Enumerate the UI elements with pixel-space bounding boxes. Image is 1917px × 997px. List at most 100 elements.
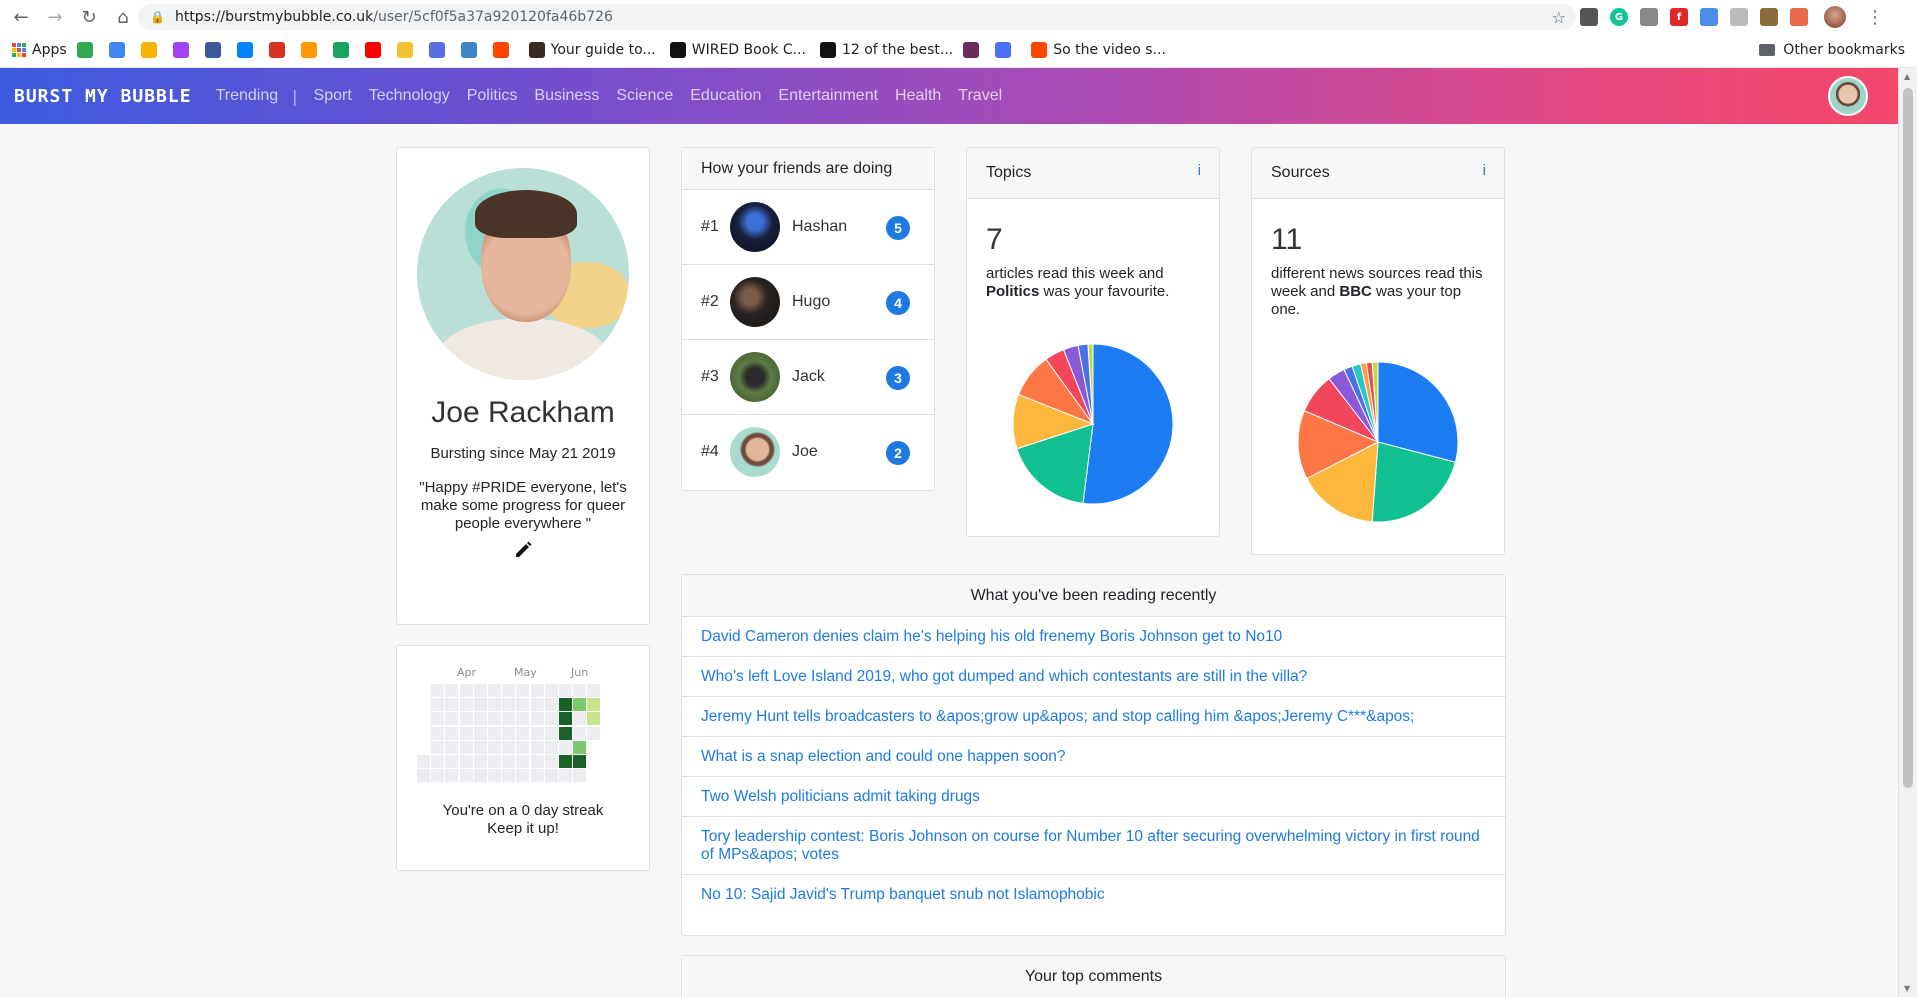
bookmark-favicon[interactable] [460,42,483,58]
user-avatar[interactable] [1828,76,1868,116]
bookmark-favicon[interactable] [428,42,451,58]
topics-info-icon[interactable]: i [1198,162,1201,179]
bookmark-favicon[interactable] [963,42,985,58]
article-link[interactable]: What is a snap election and could one ha… [682,737,1505,777]
article-link[interactable]: Jeremy Hunt tells broadcasters to &apos;… [682,697,1505,737]
shield-icon[interactable] [1700,8,1718,26]
back-icon[interactable]: ← [8,4,34,30]
home-icon[interactable]: ⌂ [110,4,136,30]
nav-link-technology[interactable]: Technology [369,87,450,105]
article-link[interactable]: Tory leadership contest: Boris Johnson o… [682,817,1505,875]
bookmark-favicon[interactable] [364,42,387,58]
bookmark-item[interactable]: Your guide to... [528,42,656,58]
extension-icon[interactable] [1760,8,1778,26]
nav-link-sport[interactable]: Sport [314,87,352,105]
bookmark-favicon[interactable] [300,42,323,58]
address-bar[interactable]: 🔒 https://burstmybubble.co.uk/user/5cf0f… [138,4,1576,30]
nav-link-health[interactable]: Health [895,87,941,105]
bookmark-star-icon[interactable]: ☆ [1552,8,1566,27]
friend-score-badge: 2 [886,441,910,465]
chrome-profile-avatar[interactable] [1824,6,1846,28]
scroll-down-arrow-icon[interactable]: ▼ [1904,984,1910,993]
bookmark-favicon[interactable] [995,42,1017,58]
nav-link-trending[interactable]: Trending [216,87,279,105]
friend-row[interactable]: #1 Hashan 5 [682,190,934,265]
nav-link-business[interactable]: Business [534,87,599,105]
other-bookmarks[interactable]: Other bookmarks [1759,36,1905,64]
grammarly-icon[interactable]: G [1610,8,1628,26]
chrome-menu-icon[interactable]: ⋮ [1866,7,1884,28]
heatmap-day-cell [488,755,501,768]
bookmark-item[interactable]: Apps [12,42,67,58]
favicon-icon [460,42,477,58]
article-link[interactable]: Two Welsh politicians admit taking drugs [682,777,1505,817]
extension-icon[interactable] [1730,8,1748,26]
article-link[interactable]: Who’s left Love Island 2019, who got dum… [682,657,1505,697]
bookmark-favicon[interactable] [108,42,131,58]
nav-link-travel[interactable]: Travel [958,87,1002,105]
heatmap-day-cell [502,740,516,754]
nav-link-science[interactable]: Science [616,87,673,105]
heatmap-day-cell [544,726,558,740]
friend-row[interactable]: #3 Jack 3 [682,340,934,415]
bookmark-favicon[interactable] [268,42,291,58]
bookmark-favicon[interactable] [172,42,195,58]
article-link[interactable]: David Cameron denies claim he’s helping … [682,617,1505,657]
bookmark-favicon[interactable] [140,42,163,58]
profile-card: Joe Rackham Bursting since May 21 2019 "… [396,147,650,625]
sources-info-icon[interactable]: i [1483,162,1486,179]
pie-slice[interactable] [1082,343,1174,505]
extension-icon[interactable] [1580,8,1598,26]
reload-icon[interactable]: ↻ [76,4,102,30]
friend-row[interactable]: #4 Joe 2 [682,415,934,490]
scroll-up-arrow-icon[interactable]: ▲ [1904,72,1910,81]
heatmap-day-cell [559,712,572,726]
bookmark-item[interactable]: 12 of the best... [819,42,953,58]
heatmap-day-cell [530,755,544,768]
bookmark-favicon[interactable] [492,42,515,58]
heatmap-day-cell [530,769,544,783]
topics-text-before: articles read this week and [986,265,1164,282]
heatmap-day-cell [573,755,587,768]
friend-row[interactable]: #2 Hugo 4 [682,265,934,340]
lock-icon: 🔒 [150,10,165,24]
heatmap-day-cell [459,712,473,726]
friend-rank: #4 [701,443,719,460]
site-logo[interactable]: BURST MY BUBBLE [14,86,192,107]
heatmap-day-cell [459,755,473,768]
bookmark-item[interactable]: So the video s... [1031,42,1166,58]
bookmark-item[interactable]: WIRED Book C... [669,42,806,58]
flipboard-icon[interactable]: f [1670,8,1688,26]
nav-link-politics[interactable]: Politics [467,87,518,105]
heatmap-day-cell [559,684,572,697]
nav-link-entertainment[interactable]: Entertainment [778,87,878,105]
heatmap-day-cell [559,698,572,712]
browser-chrome: ← → ↻ ⌂ 🔒 https://burstmybubble.co.uk/us… [0,0,1917,68]
favicon-icon [995,42,1012,58]
bookmark-favicon[interactable] [332,42,355,58]
friends-leaderboard-card: How your friends are doing #1 Hashan 5 #… [681,147,935,491]
heatmap-day-cell [459,769,473,783]
friend-rank: #3 [701,368,719,385]
article-link[interactable]: No 10: Sajid Javid's Trump banquet snub … [682,875,1505,914]
extension-icon[interactable] [1640,8,1658,26]
heatmap-day-cell [502,769,516,783]
bookmark-favicon[interactable] [76,42,99,58]
page-scrollbar[interactable]: ▲ ▼ [1898,68,1917,997]
extension-icon[interactable] [1790,8,1808,26]
heatmap-day-cell [530,698,544,712]
edit-pencil-icon[interactable] [513,540,533,560]
nav-link-education[interactable]: Education [690,87,761,105]
bookmark-favicon[interactable] [236,42,259,58]
heatmap-day-cell [516,726,530,740]
heatmap-day-cell [559,740,572,754]
bookmark-favicon[interactable] [204,42,227,58]
top-comments-header: Your top comments [682,956,1505,997]
bookmark-favicon[interactable] [396,42,419,58]
topics-pie-chart [1012,343,1174,505]
heatmap-day-cell [488,740,501,754]
scrollbar-thumb[interactable] [1903,88,1913,788]
friend-avatar [730,277,780,327]
forward-icon[interactable]: → [42,4,68,30]
heatmap-day-cell [488,712,501,726]
